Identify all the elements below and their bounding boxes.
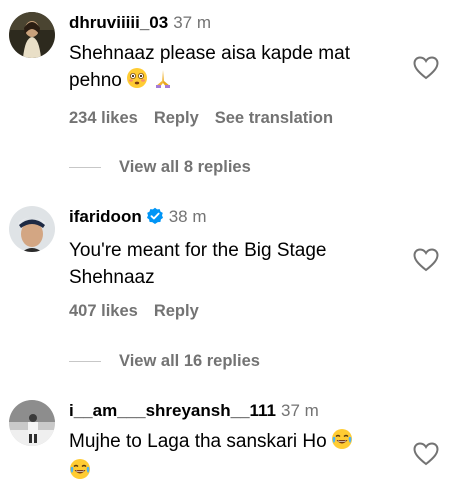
- avatar[interactable]: [9, 400, 55, 446]
- like-heart-icon[interactable]: [413, 56, 439, 80]
- reply-button[interactable]: Reply: [154, 109, 199, 127]
- comment-text: Shehnaaz please aisa kapde mat: [69, 43, 350, 64]
- comment-timestamp: 38 m: [168, 207, 207, 226]
- comment-text: Mujhe to Laga tha sanskari Ho: [69, 431, 327, 452]
- flushed-face-icon: [126, 67, 148, 97]
- avatar[interactable]: [9, 12, 55, 58]
- face-with-tears-of-joy-icon: [331, 428, 353, 458]
- comment-timestamp: 37 m: [281, 401, 319, 420]
- comment-text-continued: Shehnaaz: [69, 267, 155, 288]
- face-with-tears-of-joy-icon: [69, 458, 91, 488]
- replies-divider: [69, 167, 101, 168]
- view-replies-button[interactable]: View all 8 replies: [69, 158, 389, 178]
- comment-actions: 407 likes Reply: [69, 302, 215, 321]
- reply-button[interactable]: Reply: [154, 302, 199, 320]
- comment-text-continued: pehno: [69, 70, 122, 91]
- see-translation-link[interactable]: See translation: [215, 109, 333, 127]
- view-replies-button[interactable]: View all 16 replies: [69, 352, 389, 372]
- likes-count[interactable]: 234 likes: [69, 109, 138, 127]
- replies-divider: [69, 361, 101, 362]
- view-replies-label: View all 16 replies: [119, 352, 260, 370]
- verified-badge-icon: [146, 207, 164, 231]
- comment-username[interactable]: i__am___shreyansh__111: [69, 401, 276, 420]
- comment-timestamp: 37 m: [173, 13, 211, 32]
- comment-actions: 234 likes Reply See translation: [69, 109, 349, 128]
- like-heart-icon[interactable]: [413, 442, 439, 466]
- avatar[interactable]: [9, 206, 55, 252]
- like-heart-icon[interactable]: [413, 248, 439, 272]
- comment-username[interactable]: ifaridoon: [69, 207, 142, 226]
- comment-username[interactable]: dhruviiiii_03: [69, 13, 168, 32]
- view-replies-label: View all 8 replies: [119, 158, 251, 176]
- likes-count[interactable]: 407 likes: [69, 302, 138, 320]
- folded-hands-icon: [152, 67, 174, 97]
- comment-text: You're meant for the Big Stage: [69, 240, 327, 261]
- comments-list: dhruviiiii_03 37 m Shehnaaz please aisa k…: [0, 0, 459, 490]
